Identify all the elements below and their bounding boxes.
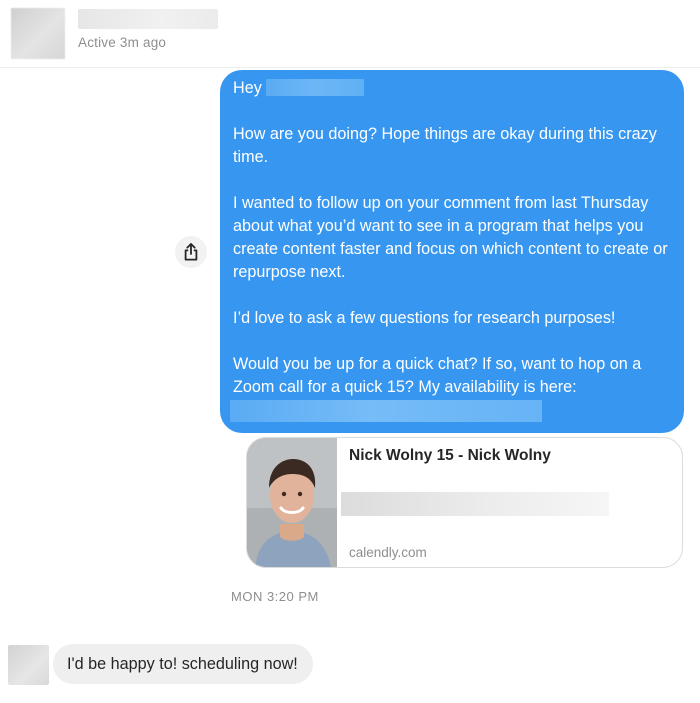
link-preview-description-redacted	[341, 492, 609, 516]
message-paragraph: How are you doing? Hope things are okay …	[233, 125, 657, 166]
outgoing-message-bubble[interactable]: Hey How are you doing? Hope things are o…	[220, 70, 684, 433]
link-preview-title: Nick Wolny 15 - Nick Wolny	[349, 447, 551, 464]
dm-conversation: Active 3m ago Hey How are you doing? Hop…	[0, 0, 700, 703]
conversation-header: Active 3m ago	[0, 0, 700, 68]
share-button[interactable]	[175, 236, 207, 268]
message-paragraph: I’d love to ask a few questions for rese…	[233, 309, 616, 327]
profile-photo-illustration	[247, 438, 337, 567]
link-preview-thumbnail	[247, 438, 337, 567]
redacted-name	[265, 79, 364, 96]
share-icon	[184, 243, 198, 261]
link-preview-card[interactable]: Nick Wolny 15 - Nick Wolny calendly.com	[246, 437, 683, 568]
active-status: Active 3m ago	[78, 35, 167, 50]
contact-name-redacted[interactable]	[78, 9, 218, 29]
message-paragraph: Would you be up for a quick chat? If so,…	[233, 355, 642, 396]
contact-avatar[interactable]	[11, 8, 65, 59]
message-timestamp: MON 3:20 PM	[231, 589, 319, 604]
sender-avatar[interactable]	[8, 645, 49, 685]
greeting-text: Hey	[233, 79, 262, 97]
message-paragraph: I wanted to follow up on your comment fr…	[233, 194, 668, 281]
message-greeting-line: Hey	[233, 77, 670, 100]
redacted-link[interactable]	[230, 400, 542, 422]
incoming-message-bubble[interactable]: I'd be happy to! scheduling now!	[53, 644, 313, 684]
link-preview-domain: calendly.com	[349, 545, 427, 560]
